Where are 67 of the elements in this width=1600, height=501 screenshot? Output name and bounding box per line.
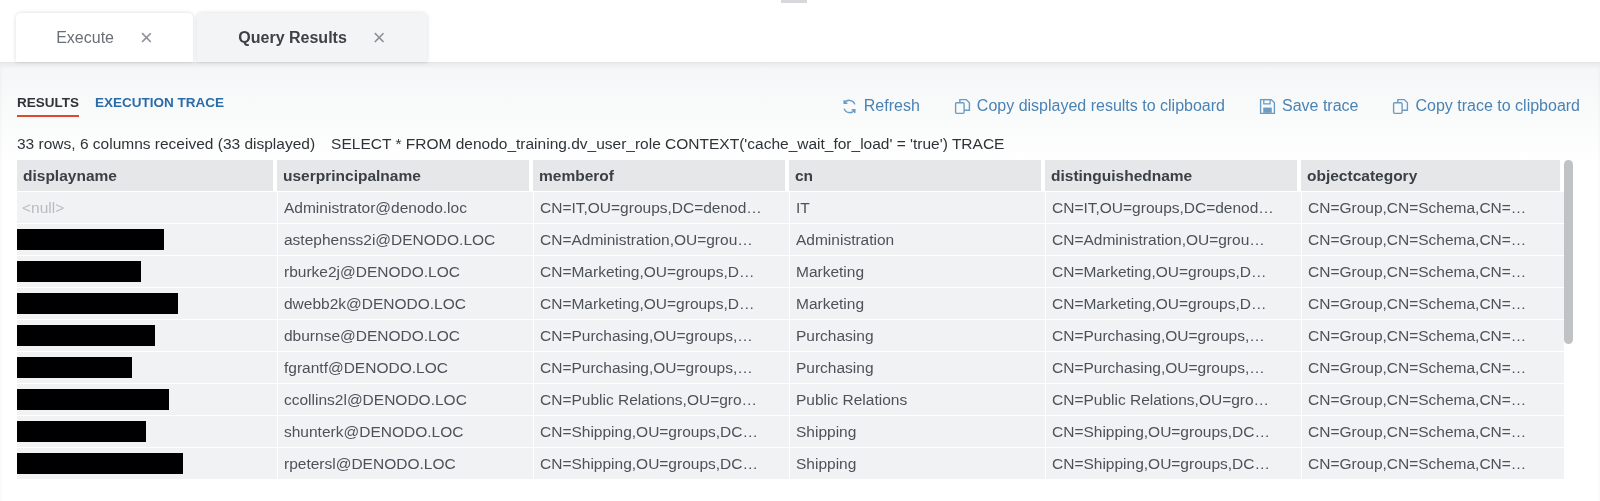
table-cell: CN=Marketing,OU=groups,D… bbox=[540, 294, 755, 313]
table-cell: Administrator@denodo.loc bbox=[284, 198, 467, 217]
table-cell: astephenss2i@DENODO.LOC bbox=[284, 230, 496, 249]
copy-icon bbox=[953, 97, 971, 115]
table-cell: CN=Purchasing,OU=groups,… bbox=[1052, 358, 1265, 377]
action-button[interactable]: Refresh bbox=[840, 97, 920, 115]
table-cell: Public Relations bbox=[796, 390, 908, 409]
table-cell-text: <null> bbox=[21, 198, 65, 217]
table-cell: Shipping bbox=[796, 454, 857, 473]
table-cell: CN=Group,CN=Schema,CN=… bbox=[1308, 262, 1527, 281]
view-tab[interactable]: RESULTS bbox=[17, 95, 79, 117]
table-cell: CN=Purchasing,OU=groups,… bbox=[1052, 326, 1265, 345]
table-cell: Administration bbox=[796, 230, 895, 249]
tab[interactable]: Execute × bbox=[16, 13, 193, 62]
view-tab[interactable]: EXECUTION TRACE bbox=[95, 95, 225, 117]
table-cell: CN=Marketing,OU=groups,D… bbox=[1052, 294, 1267, 313]
table-cell: Shipping bbox=[796, 422, 857, 441]
table-cell: Marketing bbox=[796, 294, 865, 313]
query-text: SELECT * FROM denodo_training.dv_user_role CONTEXT('cache_wait_for_load' = 'true') TRACE bbox=[331, 135, 1005, 154]
table-cell: CN=IT,OU=groups,DC=denod… bbox=[540, 198, 762, 217]
table-cell: ccollins2l@DENODO.LOC bbox=[284, 390, 467, 409]
drag-handle[interactable] bbox=[781, 0, 807, 3]
column-header[interactable]: distinguishedname bbox=[1045, 160, 1301, 191]
table-cell: CN=Marketing,OU=groups,D… bbox=[1052, 262, 1267, 281]
table-cell: fgrantf@DENODO.LOC bbox=[284, 358, 448, 377]
table-cell: CN=Group,CN=Schema,CN=… bbox=[1308, 198, 1527, 217]
column-header[interactable]: displayname bbox=[17, 160, 277, 191]
table-cell: IT bbox=[796, 198, 810, 217]
table-cell: CN=Group,CN=Schema,CN=… bbox=[1308, 230, 1527, 249]
table-cell: rburke2j@DENODO.LOC bbox=[284, 262, 460, 281]
column-header[interactable]: userprincipalname bbox=[277, 160, 533, 191]
column-header[interactable]: cn bbox=[789, 160, 1045, 191]
table-cell: CN=Purchasing,OU=groups,… bbox=[540, 358, 753, 377]
table-cell: CN=Purchasing,OU=groups,… bbox=[540, 326, 753, 345]
table-cell: CN=Administration,OU=grou… bbox=[1052, 230, 1265, 249]
table-cell: CN=IT,OU=groups,DC=denod… bbox=[1052, 198, 1274, 217]
table-cell: CN=Shipping,OU=groups,DC… bbox=[540, 422, 758, 441]
table-cell: CN=Group,CN=Schema,CN=… bbox=[1308, 454, 1527, 473]
table-cell: Marketing bbox=[796, 262, 865, 281]
table-cell: dwebb2k@DENODO.LOC bbox=[284, 294, 466, 313]
table-cell: CN=Shipping,OU=groups,DC… bbox=[540, 454, 758, 473]
table-cell: Purchasing bbox=[796, 326, 874, 345]
table-cell: CN=Administration,OU=grou… bbox=[540, 230, 753, 249]
scrollbar-thumb[interactable] bbox=[1564, 160, 1573, 344]
table-cell: CN=Public Relations,OU=gro… bbox=[540, 390, 758, 409]
table-cell: CN=Group,CN=Schema,CN=… bbox=[1308, 358, 1527, 377]
table-cell: CN=Public Relations,OU=gro… bbox=[1052, 390, 1270, 409]
table-cell: CN=Group,CN=Schema,CN=… bbox=[1308, 294, 1527, 313]
table-cell: CN=Group,CN=Schema,CN=… bbox=[1308, 422, 1527, 441]
action-button[interactable]: Copy displayed results to clipboard bbox=[953, 97, 1225, 115]
table-cell: dburnse@DENODO.LOC bbox=[284, 326, 460, 345]
copy-icon bbox=[1392, 97, 1410, 115]
table-cell: CN=Group,CN=Schema,CN=… bbox=[1308, 390, 1527, 409]
tab[interactable]: Query Results × bbox=[197, 13, 427, 62]
action-button[interactable]: Save trace bbox=[1259, 97, 1359, 115]
table-cell: CN=Marketing,OU=groups,D… bbox=[540, 262, 755, 281]
table-cell: rpetersl@DENODO.LOC bbox=[284, 454, 456, 473]
column-header[interactable]: memberof bbox=[533, 160, 789, 191]
save-icon bbox=[1259, 97, 1276, 115]
action-button[interactable]: Copy trace to clipboard bbox=[1392, 97, 1580, 115]
table-cell: CN=Group,CN=Schema,CN=… bbox=[1308, 326, 1527, 345]
refresh-icon bbox=[840, 97, 858, 115]
table-cell: CN=Shipping,OU=groups,DC… bbox=[1052, 454, 1270, 473]
table-cell: CN=Shipping,OU=groups,DC… bbox=[1052, 422, 1270, 441]
table-cell: shunterk@DENODO.LOC bbox=[284, 422, 464, 441]
table-cell: Purchasing bbox=[796, 358, 874, 377]
row-count-text: 33 rows, 6 columns received (33 displayed) bbox=[17, 135, 316, 154]
